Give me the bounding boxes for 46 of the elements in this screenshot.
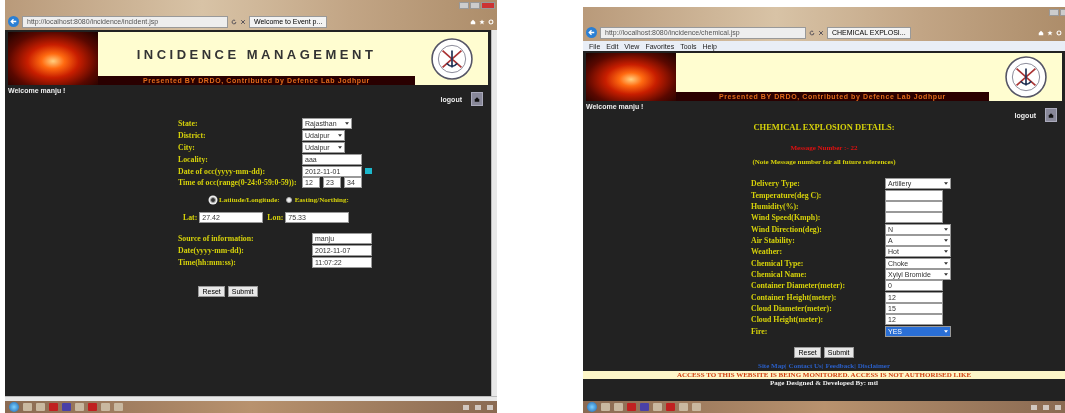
caret-icon — [944, 182, 948, 186]
caret-icon — [944, 250, 948, 254]
refresh-icon[interactable] — [809, 29, 815, 36]
input-field[interactable] — [885, 212, 943, 224]
tray-icons — [1031, 404, 1061, 410]
input-field[interactable] — [885, 200, 943, 212]
refresh-icon[interactable] — [231, 18, 237, 25]
house-icon — [1048, 111, 1054, 119]
minimize-button[interactable] — [1049, 9, 1059, 16]
emblem-icon — [430, 37, 473, 80]
back-arrow-icon[interactable] — [8, 16, 19, 27]
caret-icon — [337, 134, 342, 138]
back-arrow-icon[interactable] — [586, 27, 597, 38]
calendar-button[interactable] — [365, 168, 372, 175]
close-icon[interactable] — [818, 29, 824, 36]
tray-icons — [463, 404, 493, 410]
input-field[interactable] — [885, 189, 943, 201]
caret-icon — [344, 122, 349, 126]
minimize-button[interactable] — [459, 2, 469, 9]
emblem-icon — [1004, 56, 1047, 98]
caret-icon — [944, 261, 948, 265]
settings-icon[interactable] — [1056, 29, 1062, 36]
home-icon[interactable] — [1038, 29, 1044, 36]
caret-icon — [944, 227, 948, 231]
section-heading: CHEMICAL EXPLOSION DETAILS: — [752, 122, 896, 132]
site-title: INCIDENCE MANAGEMENT — [136, 46, 377, 62]
star-icon[interactable] — [1047, 29, 1053, 36]
caret-icon — [944, 272, 948, 276]
home-icon[interactable] — [470, 18, 476, 25]
star-icon[interactable] — [479, 18, 485, 25]
caret-icon — [337, 146, 342, 149]
settings-icon[interactable] — [488, 18, 494, 25]
caret-icon — [944, 238, 948, 242]
close-button[interactable] — [481, 2, 495, 9]
start-button[interactable] — [9, 402, 19, 412]
house-icon — [474, 95, 480, 103]
home-button[interactable] — [1045, 108, 1057, 122]
vertical-scrollbar[interactable] — [491, 30, 497, 396]
horizontal-scrollbar[interactable] — [5, 396, 497, 401]
maximize-button[interactable] — [470, 2, 480, 9]
start-button[interactable] — [587, 402, 597, 412]
radio-button[interactable] — [285, 196, 292, 203]
close-icon[interactable] — [240, 18, 246, 25]
caret-icon — [944, 329, 948, 333]
home-button[interactable] — [471, 92, 483, 106]
radio-button[interactable] — [210, 196, 216, 203]
